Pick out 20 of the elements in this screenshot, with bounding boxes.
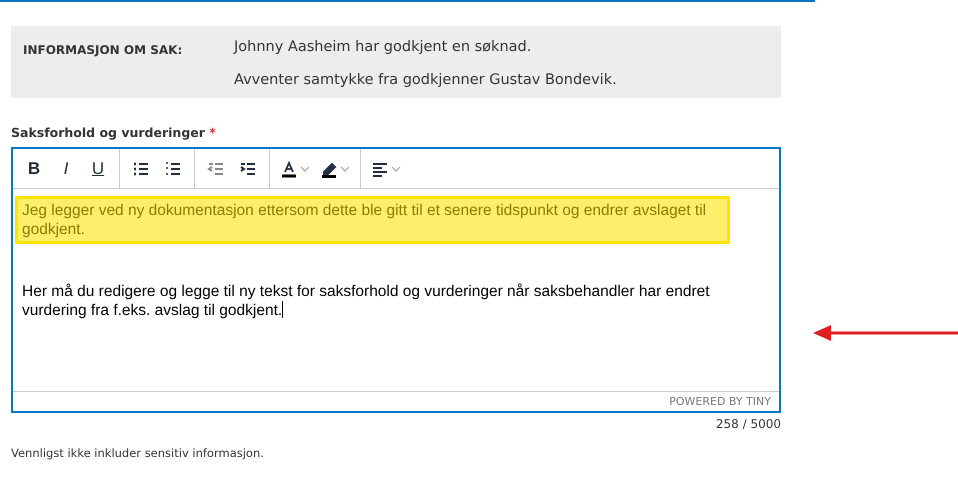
highlighted-paragraph: Jeg legger ved ny dokumentasjon ettersom dette ble gitt til et senere tidspunkt og endrer avslaget til godkjent. xyxy=(15,196,730,244)
character-counter: 258 / 5000 xyxy=(716,417,781,431)
branding-text: POWERED BY TINY xyxy=(669,395,771,408)
numbered-list-icon xyxy=(164,160,182,178)
hint-text: Vennligst ikke inkluder sensitiv informasjon. xyxy=(11,446,265,460)
editor-paragraph: Her må du redigere og legge til ny tekst for saksforhold og vurderinger når saksbehandler har endret vurdering fra f.eks. avslag til godkjent. xyxy=(21,282,711,320)
field-label: Saksforhold og vurderinger * xyxy=(11,125,217,140)
info-text: Avventer samtykke fra godkjenner Gustav Bondevik. xyxy=(234,72,618,88)
info-label: INFORMASJON OM SAK: xyxy=(23,42,184,59)
text-cursor xyxy=(282,301,284,318)
italic-button[interactable]: I xyxy=(53,154,79,182)
bold-button[interactable]: B xyxy=(21,154,47,182)
chevron-icon xyxy=(300,166,310,172)
text-color-icon xyxy=(280,160,298,178)
chevron-icon xyxy=(340,166,350,172)
chevron-icon xyxy=(391,166,401,172)
info-text: Johnny Aasheim har godkjent en søknad. xyxy=(234,39,532,55)
arrow-icon xyxy=(813,324,958,342)
underline-button[interactable]: U xyxy=(85,154,111,182)
rich-text-editor[interactable] xyxy=(11,147,781,413)
